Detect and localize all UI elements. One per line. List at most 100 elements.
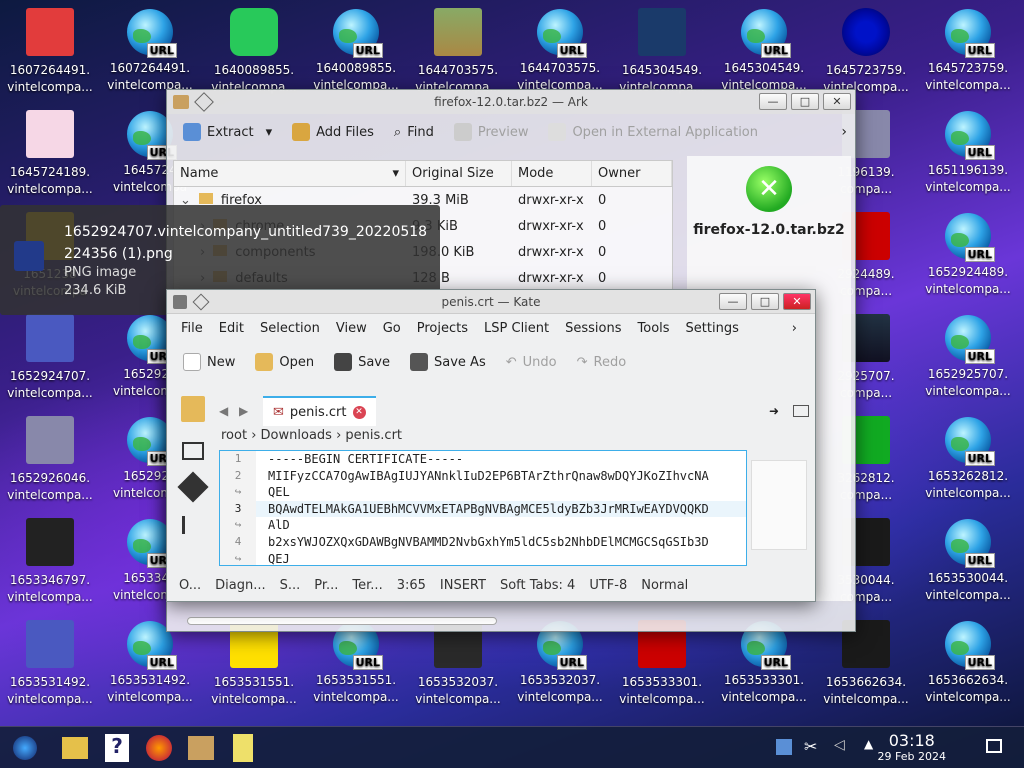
pin-icon[interactable] — [194, 92, 214, 112]
desktop-icon[interactable]: 1644703575. vintelcompa... — [408, 0, 508, 102]
view-mode[interactable]: Normal — [641, 578, 688, 593]
menu-selection[interactable]: Selection — [252, 321, 328, 336]
desktop-icon[interactable]: 1645304549. vintelcompa... — [612, 0, 712, 102]
pin-icon[interactable] — [192, 293, 210, 310]
close-tab-icon[interactable]: ✕ — [352, 405, 366, 419]
split-view-icon[interactable] — [793, 405, 809, 417]
tray-tools-icon[interactable] — [776, 739, 792, 755]
desktop-icon[interactable]: URL 1645723759. vintelcompa... — [918, 0, 1018, 102]
desktop-icon[interactable]: 1653531492. vintelcompa... — [0, 612, 100, 714]
ark-taskbar-icon[interactable] — [184, 731, 218, 765]
status-output[interactable]: O... — [179, 578, 201, 593]
input-mode[interactable]: INSERT — [440, 578, 486, 593]
desktop-icon[interactable]: 1653346797. vintelcompa... — [0, 510, 100, 612]
new-button[interactable]: New — [175, 348, 243, 376]
col-size[interactable]: Original Size — [406, 161, 512, 186]
add-files-button[interactable]: Add Files — [284, 118, 382, 146]
desktop-icon[interactable]: 1652924707. vintelcompa... — [0, 306, 100, 408]
menu-sessions[interactable]: Sessions — [557, 321, 629, 336]
tray-expand-icon[interactable]: ▲ — [864, 737, 873, 751]
desktop-icon[interactable]: URL 1653530044. vintelcompa... — [918, 510, 1018, 612]
toolbar-overflow-icon[interactable]: › — [841, 124, 847, 140]
col-mode[interactable]: Mode — [512, 161, 592, 186]
menu-edit[interactable]: Edit — [211, 321, 252, 336]
tray-scissors-icon[interactable]: ✂ — [804, 737, 817, 756]
close-button[interactable]: ✕ — [823, 93, 851, 110]
menu-file[interactable]: File — [173, 321, 211, 336]
desktop-icon[interactable]: URL 1653262812. vintelcompa... — [918, 408, 1018, 510]
menu-settings[interactable]: Settings — [678, 321, 747, 336]
extract-button[interactable]: Extract ▾ — [175, 118, 280, 146]
desktop-icon[interactable]: URL 1645304549. vintelcompa... — [714, 0, 814, 102]
save-as-button[interactable]: Save As — [402, 348, 494, 376]
minimap[interactable] — [751, 460, 807, 550]
redo-button[interactable]: ↷ Redo — [569, 348, 635, 376]
symbols-icon[interactable] — [182, 516, 204, 534]
menu-projects[interactable]: Projects — [409, 321, 476, 336]
kate-app-icon[interactable] — [173, 294, 187, 309]
editor-line[interactable]: ↪ AlD — [220, 517, 746, 534]
maximize-button[interactable]: □ — [751, 293, 779, 310]
horizontal-scrollbar[interactable] — [187, 617, 497, 625]
desktop-icon[interactable]: 1640089855. vintelcompa... — [204, 0, 304, 102]
col-owner[interactable]: Owner — [592, 161, 672, 186]
close-button[interactable]: ✕ — [783, 293, 811, 310]
show-desktop-icon[interactable] — [986, 739, 1002, 753]
editor-line[interactable]: 2 MIIFyzCCA7OgAwIBAgIUJYANnklIuD2EP6BTArZ… — [220, 467, 746, 485]
forward-icon[interactable]: ▶ — [239, 404, 263, 418]
back-icon[interactable]: ◀ — [219, 404, 239, 418]
minimize-button[interactable]: — — [719, 293, 747, 310]
open-external-button[interactable]: Open in External Application — [540, 118, 766, 146]
menu-lsp-client[interactable]: LSP Client — [476, 321, 557, 336]
desktop-icon[interactable]: URL 1607264491. vintelcompa... — [100, 0, 200, 102]
minimize-button[interactable]: — — [759, 93, 787, 110]
tab-penis-crt[interactable]: ✉ penis.crt ✕ — [263, 396, 376, 426]
status-terminal[interactable]: Ter... — [352, 578, 382, 593]
desktop-icon[interactable]: URL 1651196139. vintelcompa... — [918, 102, 1018, 204]
kate-window[interactable]: penis.crt — Kate — □ ✕ File Edit Selection… — [166, 289, 816, 602]
menu-go[interactable]: Go — [375, 321, 409, 336]
clock[interactable]: 03:18 29 Feb 2024 — [878, 731, 946, 763]
documents-icon[interactable] — [181, 396, 205, 422]
file-manager-icon[interactable] — [58, 731, 92, 765]
menu-overflow-icon[interactable]: › — [784, 321, 805, 336]
desktop-icon[interactable]: 1645724189. vintelcompa... — [0, 102, 100, 204]
undo-button[interactable]: ↶ Undo — [498, 348, 565, 376]
desktop-icon[interactable]: URL 1652925707. vintelcompa... — [918, 306, 1018, 408]
editor-line[interactable]: 4 b2xsYWJOZXQxGDAWBgNVBAMMD2NvbGxhYm5ldC5… — [220, 533, 746, 551]
ark-app-icon[interactable] — [173, 95, 189, 109]
kate-titlebar[interactable]: penis.crt — Kate — □ ✕ — [167, 290, 815, 314]
status-diagnostics[interactable]: Diagn... — [215, 578, 265, 593]
firefox-icon[interactable] — [142, 731, 176, 765]
desktop-icon[interactable]: 1645723759. vintelcompa... — [816, 0, 916, 102]
breadcrumb-downloads[interactable]: Downloads — [261, 428, 332, 443]
open-button[interactable]: Open — [247, 348, 322, 376]
editor-line[interactable]: 3 BQAwdTELMAkGA1UEBhMCVVMxETAPBgNVBAgMCE5… — [220, 500, 746, 518]
maximize-button[interactable]: □ — [791, 93, 819, 110]
preview-button[interactable]: Preview — [446, 118, 537, 146]
breadcrumb-file[interactable]: penis.crt — [345, 428, 402, 443]
col-name[interactable]: Name ▾ — [174, 161, 406, 186]
editor-line[interactable]: ↪ QEJ — [220, 550, 746, 565]
status-projects[interactable]: Pr... — [314, 578, 338, 593]
save-button[interactable]: Save — [326, 348, 398, 376]
find-button[interactable]: ⌕ Find — [386, 118, 442, 146]
encoding[interactable]: UTF-8 — [589, 578, 627, 593]
start-menu-icon[interactable] — [8, 731, 42, 765]
chevron-down-icon[interactable]: ▾ — [266, 125, 273, 140]
menu-tools[interactable]: Tools — [630, 321, 678, 336]
breadcrumb-root[interactable]: root — [221, 428, 247, 443]
help-icon[interactable]: ? — [100, 731, 134, 765]
cursor-position[interactable]: 3:65 — [397, 578, 426, 593]
ark-titlebar[interactable]: firefox-12.0.tar.bz2 — Ark — □ ✕ — [167, 90, 855, 114]
desktop-icon[interactable]: 1652926046. vintelcompa... — [0, 408, 100, 510]
desktop-icon[interactable]: 1607264491. vintelcompa... — [0, 0, 100, 102]
indent-mode[interactable]: Soft Tabs: 4 — [500, 578, 575, 593]
outline-icon[interactable] — [182, 442, 204, 460]
kate-taskbar-icon[interactable] — [226, 731, 260, 765]
desktop-icon[interactable]: URL 1644703575. vintelcompa... — [510, 0, 610, 102]
menu-view[interactable]: View — [328, 321, 375, 336]
editor-line[interactable]: 1 -----BEGIN CERTIFICATE----- — [220, 451, 746, 468]
tray-volume-icon[interactable]: ◁ — [834, 737, 845, 753]
desktop-icon[interactable]: URL 1640089855. vintelcompa... — [306, 0, 406, 102]
